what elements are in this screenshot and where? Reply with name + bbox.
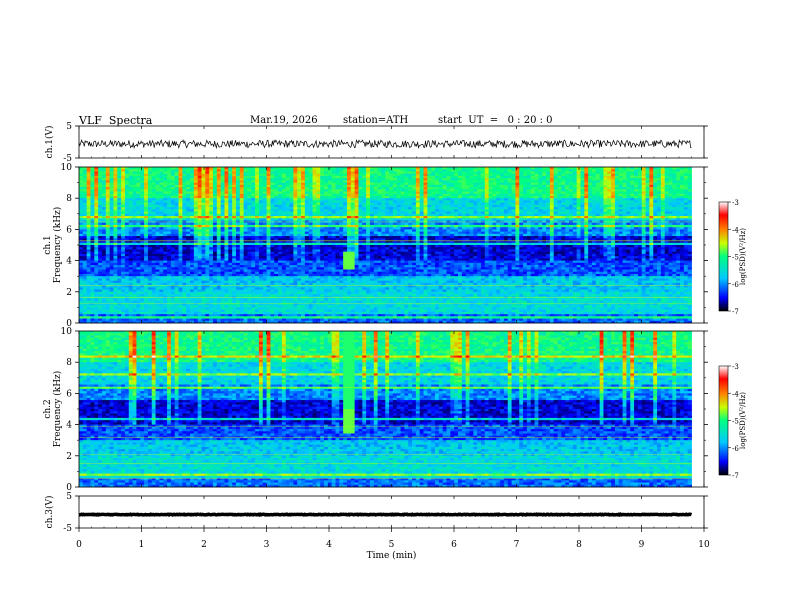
y-tick-label: 5 — [66, 492, 72, 502]
x-tick-label: 2 — [201, 540, 207, 550]
y-tick-label: 2 — [66, 288, 72, 298]
spectrogram-ch1 — [79, 167, 692, 323]
spectrogram-ch2 — [79, 331, 692, 487]
x-tick-label: 6 — [451, 540, 457, 550]
y-axis-label: ch.1(V) — [44, 126, 55, 159]
colorbar-tick-label: -7 — [732, 472, 739, 480]
colorbar — [719, 366, 728, 475]
y-tick-label: 8 — [66, 358, 72, 368]
panel-frame — [79, 496, 704, 528]
y-axis-label-channel: ch.1 — [43, 235, 53, 254]
colorbar-tick-label: -5 — [732, 254, 739, 262]
colorbar-label: log(PSD)(V²/Hz) — [739, 392, 747, 449]
y-tick-label: 10 — [61, 163, 73, 173]
vlf-spectra-figure: VLF Spectra Mar.19, 2026 station=ATH sta… — [0, 0, 792, 612]
x-tick-label: 3 — [264, 540, 270, 550]
y-tick-label: 4 — [66, 421, 72, 431]
y-axis-label-frequency: Frequency (kHz) — [52, 371, 63, 448]
y-tick-label: 5 — [66, 122, 72, 132]
colorbar-tick-label: -3 — [732, 199, 739, 207]
x-tick-label: 5 — [389, 540, 395, 550]
colorbar-tick-label: -3 — [732, 363, 739, 371]
x-tick-label: 8 — [576, 540, 582, 550]
x-tick-label: 7 — [514, 540, 520, 550]
y-axis-label: ch.3(V) — [44, 496, 55, 529]
plot-svg: 5-5ch.1(V)0246810ch.1 Frequency (kHz)-3-4… — [0, 0, 792, 612]
ch3-waveform — [79, 514, 692, 515]
y-tick-label: 6 — [66, 389, 72, 399]
colorbar-label: log(PSD)(V²/Hz) — [739, 228, 747, 285]
y-tick-label: 8 — [66, 194, 72, 204]
x-tick-label: 1 — [139, 540, 145, 550]
x-axis-label: Time (min) — [367, 550, 417, 561]
y-tick-label: 2 — [66, 452, 72, 462]
y-tick-label: 10 — [61, 327, 73, 337]
x-tick-label: 9 — [639, 540, 645, 550]
y-tick-label: 4 — [66, 257, 72, 267]
colorbar-tick-label: -7 — [732, 308, 739, 316]
y-tick-label: -5 — [63, 524, 72, 534]
colorbar-tick-label: -5 — [732, 418, 739, 426]
y-axis-label-channel: ch.2 — [43, 399, 53, 418]
y-tick-label: 6 — [66, 225, 72, 235]
x-tick-label: 4 — [326, 540, 332, 550]
x-tick-label: 0 — [76, 540, 82, 550]
ch1-waveform — [79, 140, 692, 148]
x-tick-label: 10 — [698, 540, 710, 550]
colorbar — [719, 202, 728, 311]
y-axis-label-frequency: Frequency (kHz) — [52, 207, 63, 284]
